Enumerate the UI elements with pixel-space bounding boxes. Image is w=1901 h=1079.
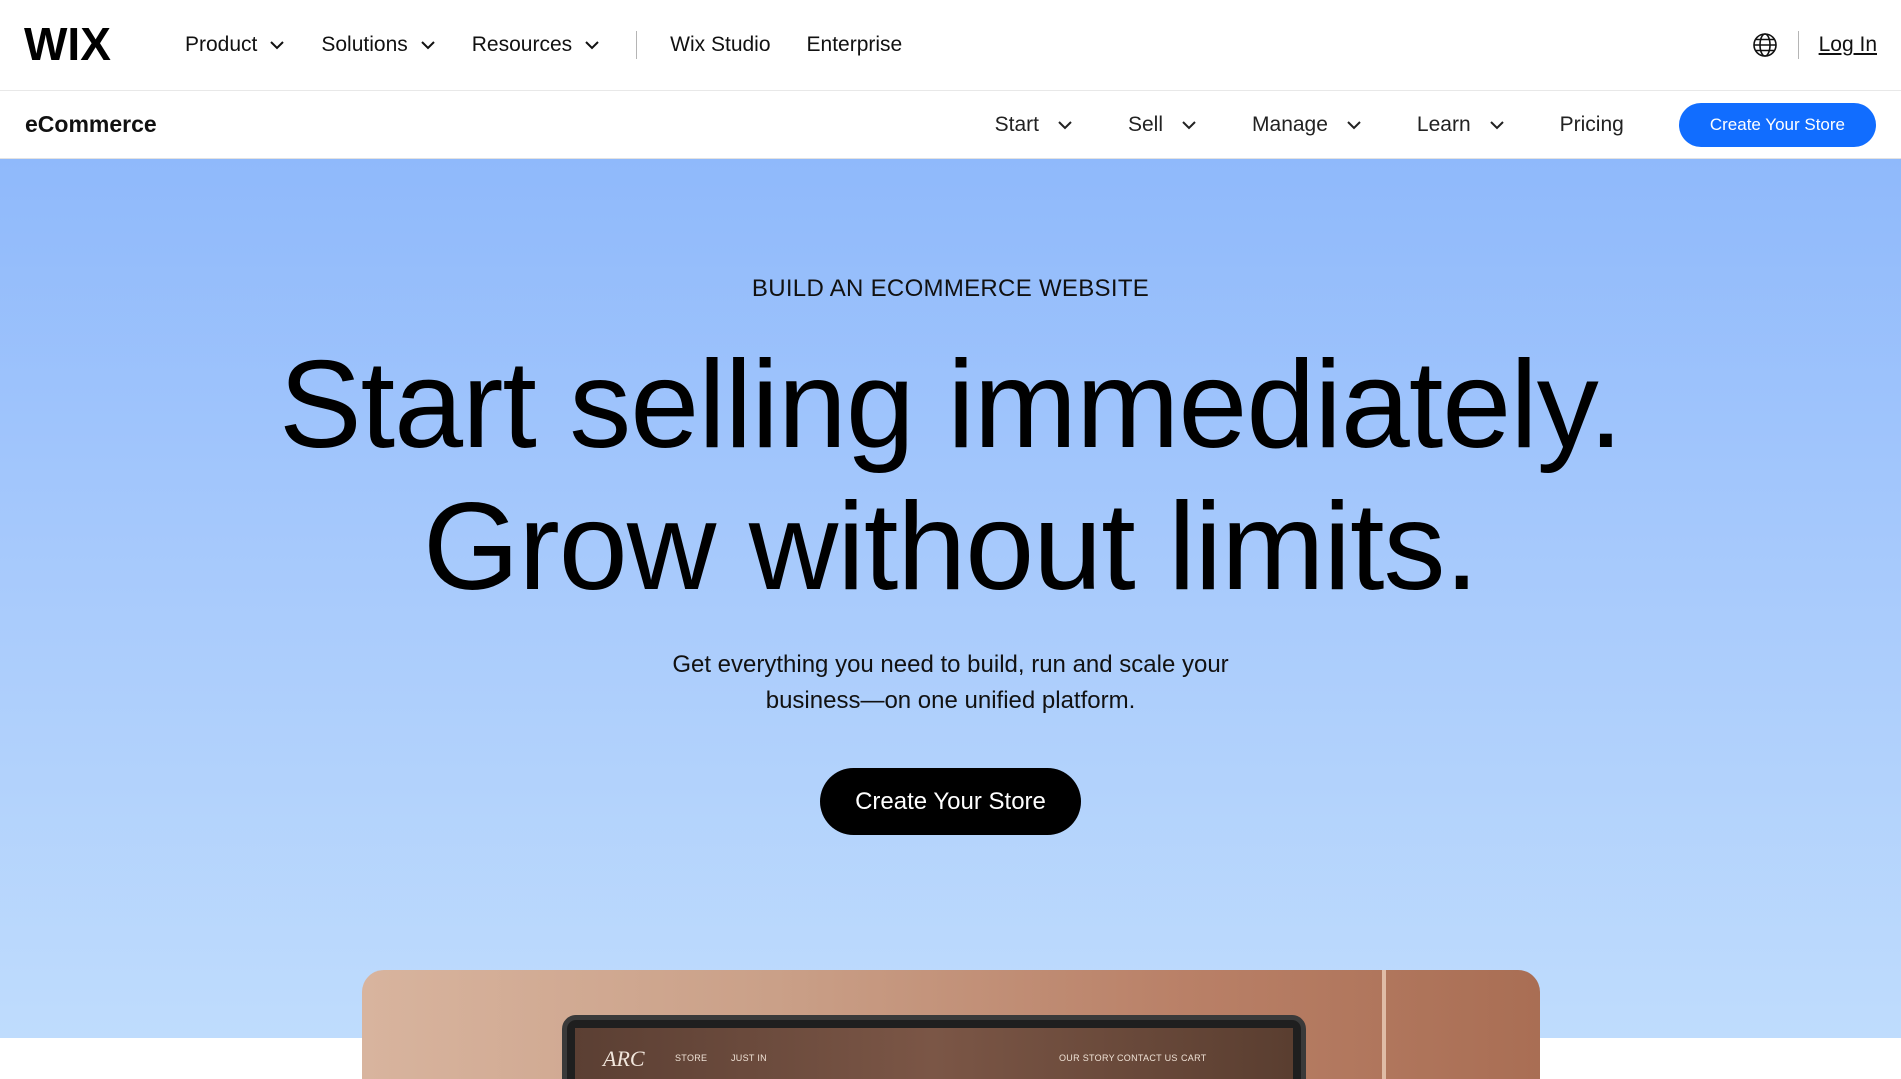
preview-nav-contact-us: CONTACT US <box>1117 1053 1178 1063</box>
section-title[interactable]: eCommerce <box>25 91 157 158</box>
hero-subtext: Get everything you need to build, run an… <box>600 647 1301 719</box>
preview-nav-cart: CART <box>1181 1053 1207 1063</box>
nav-product-label: Product <box>185 33 258 56</box>
create-store-header-button[interactable]: Create Your Store <box>1678 102 1876 147</box>
laptop-frame: ARC STORE JUST IN OUR STORY CONTACT US C… <box>562 1015 1306 1079</box>
store-preview-image: ARC STORE JUST IN OUR STORY CONTACT US C… <box>362 970 1540 1079</box>
hero-headline-line-1: Start selling immediately. <box>278 336 1623 474</box>
subnav-learn[interactable]: Learn <box>1417 113 1505 137</box>
preview-nav-just-in: JUST IN <box>731 1053 767 1063</box>
nav-solutions-label: Solutions <box>321 33 408 56</box>
subnav-start-label: Start <box>994 112 1039 136</box>
nav-wix-studio-label: Wix Studio <box>670 33 771 56</box>
nav-divider <box>636 31 638 59</box>
subnav-start[interactable]: Start <box>995 113 1073 137</box>
nav-enterprise-label: Enterprise <box>806 33 903 56</box>
nav-resources[interactable]: Resources <box>472 33 600 57</box>
nav-enterprise[interactable]: Enterprise <box>807 33 903 57</box>
top-right-controls: Log In <box>1752 0 1877 90</box>
hero-headline: Start selling immediately. Grow without … <box>0 334 1901 618</box>
create-store-hero-button[interactable]: Create Your Store <box>820 768 1081 835</box>
subnav-sell[interactable]: Sell <box>1128 113 1197 137</box>
hero-section: BUILD AN ECOMMERCE WEBSITE Start selling… <box>0 159 1901 1038</box>
ecommerce-subnav-bar: eCommerce Start Sell Manage Learn Pricin… <box>0 91 1901 159</box>
hero-eyebrow: BUILD AN ECOMMERCE WEBSITE <box>751 275 1150 302</box>
login-divider <box>1797 31 1799 59</box>
chevron-down-icon <box>270 41 285 50</box>
preview-site-logo: ARC <box>603 1046 645 1071</box>
subnav-manage[interactable]: Manage <box>1252 113 1362 137</box>
chevron-down-icon <box>1058 120 1072 129</box>
chevron-down-icon <box>1182 120 1196 129</box>
globe-icon[interactable] <box>1752 32 1778 58</box>
nav-wix-studio[interactable]: Wix Studio <box>670 33 770 57</box>
login-link[interactable]: Log In <box>1819 33 1877 57</box>
hero-headline-line-2: Grow without limits. <box>423 478 1479 616</box>
subnav-sell-label: Sell <box>1128 112 1164 136</box>
hero-subtext-line-1: Get everything you need to build, run an… <box>672 651 1229 678</box>
background-pole <box>1382 970 1386 1079</box>
chevron-down-icon <box>421 41 435 50</box>
preview-nav-store: STORE <box>675 1053 708 1063</box>
subnav-manage-label: Manage <box>1252 112 1328 136</box>
chevron-down-icon <box>585 41 599 50</box>
subnav-pricing-label: Pricing <box>1559 112 1624 136</box>
hero-subtext-line-2: business—on one unified platform. <box>765 687 1136 714</box>
nav-resources-label: Resources <box>471 33 573 56</box>
nav-solutions[interactable]: Solutions <box>321 33 435 57</box>
preview-nav-our-story: OUR STORY <box>1059 1053 1115 1063</box>
wix-logo[interactable]: WIX <box>24 22 120 66</box>
ecommerce-subnav: Start Sell Manage Learn Pricing Create Y… <box>995 91 1876 158</box>
chevron-down-icon <box>1489 120 1504 129</box>
chevron-down-icon <box>1347 120 1361 129</box>
svg-text:WIX: WIX <box>24 22 111 66</box>
laptop-screen: ARC STORE JUST IN OUR STORY CONTACT US C… <box>575 1028 1293 1079</box>
nav-product[interactable]: Product <box>185 33 285 57</box>
subnav-learn-label: Learn <box>1416 112 1471 136</box>
main-nav: Product Solutions Resources Wix Studio E… <box>185 0 938 90</box>
subnav-pricing[interactable]: Pricing <box>1560 113 1624 137</box>
top-navigation-bar: WIX Product Solutions Resources Wix Stud… <box>0 0 1901 91</box>
